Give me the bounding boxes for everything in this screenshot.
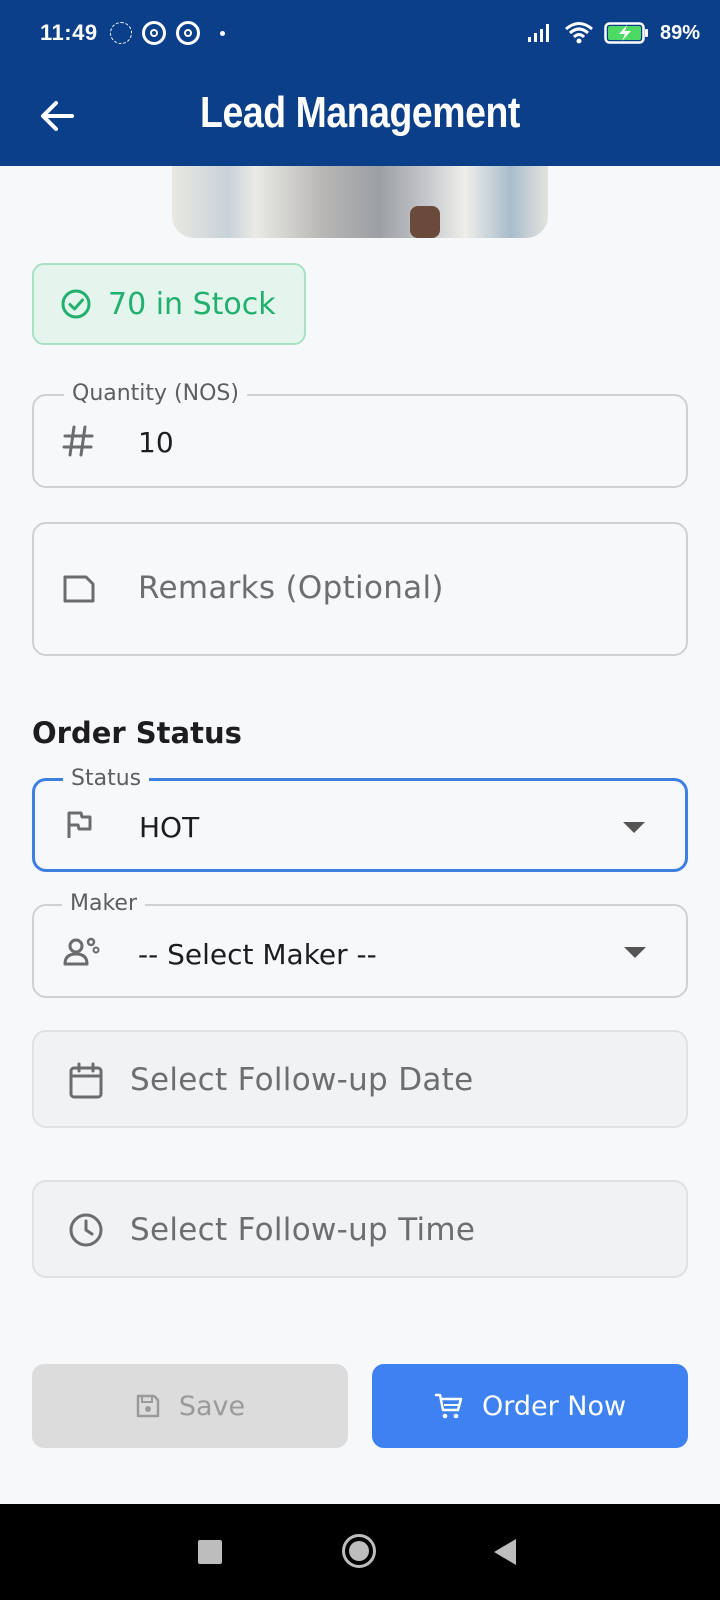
follow-up-time-picker[interactable]: Select Follow-up Time xyxy=(32,1180,688,1278)
quantity-value[interactable]: 10 xyxy=(138,426,174,459)
page-title: Lead Management xyxy=(200,88,520,137)
follow-up-time-placeholder: Select Follow-up Time xyxy=(130,1212,476,1248)
dot-icon xyxy=(219,30,225,36)
product-image xyxy=(172,166,548,238)
data-saver-icon xyxy=(109,22,132,44)
save-label: Save xyxy=(178,1390,246,1422)
calendar-icon xyxy=(69,1062,103,1099)
follow-up-date-picker[interactable]: Select Follow-up Date xyxy=(32,1030,688,1128)
follow-up-date-placeholder: Select Follow-up Date xyxy=(130,1062,474,1098)
stock-badge: 70 in Stock xyxy=(32,263,306,345)
chevron-down-icon xyxy=(624,947,646,958)
status-bar: 11:49 89% xyxy=(0,0,720,66)
battery-percent: 89% xyxy=(659,21,700,44)
status-notification-icons xyxy=(109,21,225,45)
chevron-down-icon xyxy=(623,822,645,833)
order-now-button[interactable]: Order Now xyxy=(372,1364,688,1448)
quantity-field[interactable]: Quantity (NOS) 10 xyxy=(32,379,688,488)
status-value: HOT xyxy=(139,811,200,844)
maker-value: -- Select Maker -- xyxy=(138,938,377,971)
status-system-icons: 89% xyxy=(526,21,700,45)
battery-charging-icon xyxy=(604,22,648,44)
system-back-button[interactable] xyxy=(494,1539,516,1565)
order-now-label: Order Now xyxy=(481,1390,627,1422)
check-circle-icon xyxy=(61,289,91,319)
clock-icon xyxy=(69,1213,103,1247)
signal-icon xyxy=(527,24,549,42)
remarks-field[interactable]: Remarks (Optional) xyxy=(32,522,688,656)
save-icon xyxy=(136,1394,160,1418)
order-status-heading: Order Status xyxy=(32,716,242,750)
hash-icon xyxy=(62,425,94,457)
remarks-placeholder: Remarks (Optional) xyxy=(138,570,444,606)
wifi-icon xyxy=(565,22,593,44)
sync-icon xyxy=(175,21,200,45)
app-bar: Lead Management xyxy=(0,66,720,166)
status-dropdown[interactable]: Status HOT xyxy=(32,764,688,872)
note-icon xyxy=(63,575,95,603)
status-time: 11:49 xyxy=(40,20,98,45)
flag-icon xyxy=(67,811,92,838)
status-label: Status xyxy=(63,764,150,794)
engineer-icon xyxy=(63,937,100,966)
maker-dropdown[interactable]: Maker -- Select Maker -- xyxy=(32,889,688,998)
cart-icon xyxy=(434,1393,463,1419)
sync-icon xyxy=(141,21,166,45)
maker-label: Maker xyxy=(62,889,145,919)
stock-label: 70 in Stock xyxy=(108,286,276,322)
home-button[interactable] xyxy=(342,1534,376,1568)
save-button[interactable]: Save xyxy=(32,1364,348,1448)
recents-button[interactable] xyxy=(198,1540,222,1564)
system-navigation-bar xyxy=(0,1504,720,1600)
quantity-label: Quantity (NOS) xyxy=(64,379,247,409)
